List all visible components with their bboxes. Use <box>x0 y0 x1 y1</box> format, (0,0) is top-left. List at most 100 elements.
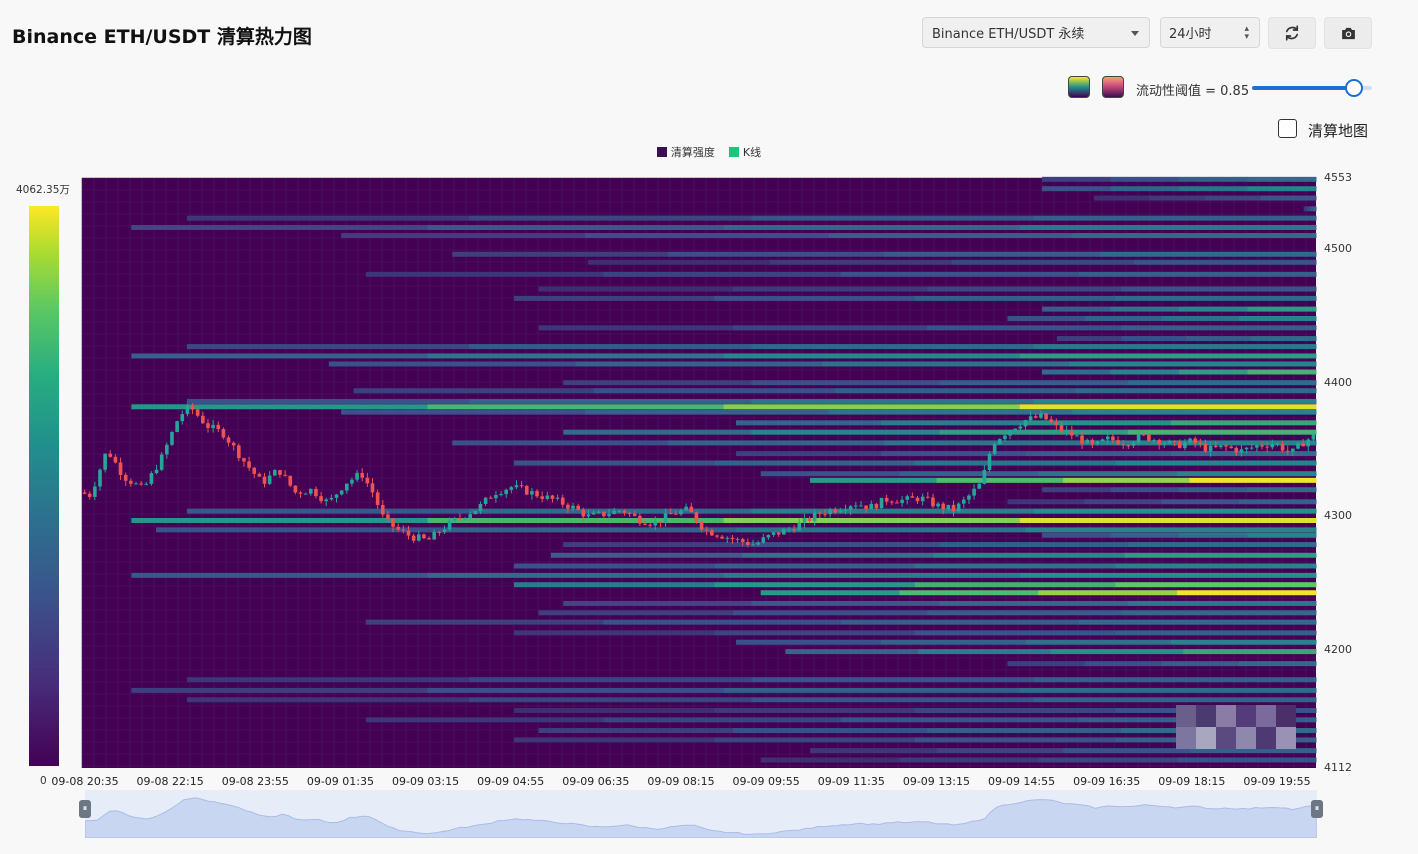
kline-candle <box>201 415 205 424</box>
liquidation-band <box>1056 336 1123 342</box>
liquidation-band <box>1260 195 1317 201</box>
kline-candle <box>1003 435 1007 440</box>
y-tick-label: 4500 <box>1324 241 1352 255</box>
kline-candle <box>180 414 185 422</box>
liquidation-band <box>427 517 725 523</box>
liquidation-band <box>1183 649 1317 655</box>
liquidation-band <box>538 325 734 331</box>
liquidation-band <box>668 440 885 446</box>
liquidation-band <box>1312 206 1317 212</box>
liquidation-band <box>936 477 1064 483</box>
kline-candle <box>170 431 174 445</box>
liquidation-band <box>939 542 1129 548</box>
kline-candle <box>807 518 812 522</box>
liquidation-band <box>513 460 715 466</box>
liquidation-band <box>1072 409 1317 415</box>
liquidation-band <box>365 619 604 625</box>
liquidation-band <box>1026 527 1317 533</box>
liquidation-band <box>927 286 1123 292</box>
kline-candle <box>586 514 591 517</box>
kline-candle <box>355 472 359 480</box>
kline-candle <box>1229 446 1233 448</box>
kline-candle <box>1152 439 1156 441</box>
kline-candle <box>787 529 791 531</box>
zoom-handle-left[interactable]: ⏸ <box>79 800 91 818</box>
x-tick-label: 09-08 22:15 <box>136 775 204 788</box>
liquidation-band <box>1019 572 1317 578</box>
liquidation-band <box>1127 600 1317 606</box>
kline-candle <box>134 483 138 485</box>
liquidation-band <box>810 477 938 483</box>
kline-candle <box>926 496 930 498</box>
liquidation-band <box>936 748 1064 754</box>
kline-candle <box>1275 443 1280 445</box>
liquidation-band <box>131 404 429 410</box>
kline-candle <box>1105 436 1110 440</box>
liquidation-band <box>469 508 752 514</box>
kline-candle <box>1260 445 1264 447</box>
y-tick-label: 4300 <box>1324 509 1352 523</box>
kline-candle <box>221 429 226 438</box>
liquidation-band <box>914 582 1116 588</box>
kline-candle <box>1291 448 1295 452</box>
zoom-handle-right[interactable]: ⏸ <box>1311 800 1323 818</box>
kline-candle <box>288 475 293 486</box>
kline-candle <box>1049 419 1054 423</box>
liquidation-band <box>1110 532 1180 538</box>
liquidation-band <box>785 649 919 655</box>
liquidation-band <box>538 610 734 616</box>
time-range-zoom[interactable] <box>84 790 1318 839</box>
kline-candle <box>488 497 493 499</box>
liquidation-band <box>1084 315 1163 321</box>
liquidation-band <box>1238 499 1317 505</box>
liquidation-band <box>584 233 830 239</box>
liquidation-band <box>427 404 725 410</box>
kline-candle <box>139 483 143 485</box>
liquidation-band <box>918 649 1052 655</box>
kline-candle <box>622 510 627 513</box>
liquidation-band <box>884 251 1101 257</box>
kline-candle <box>1013 428 1018 431</box>
liquidation-band <box>186 697 470 703</box>
kline-candle <box>1116 440 1120 445</box>
kline-candle <box>895 502 899 504</box>
kline-candle <box>951 504 956 512</box>
kline-candle <box>766 534 771 538</box>
liquidation-band <box>1121 336 1187 342</box>
kline-candle <box>591 512 596 515</box>
kline-candle <box>483 497 488 504</box>
kline-candle <box>566 504 570 509</box>
kline-candle <box>1188 438 1192 443</box>
kline-candle <box>843 509 848 511</box>
liquidation-band <box>538 728 734 734</box>
liquidation-band <box>131 225 429 231</box>
x-tick-label: 09-09 06:35 <box>562 775 630 788</box>
liquidation-band <box>427 572 725 578</box>
kline-candle <box>1311 434 1316 440</box>
liquidation-band <box>1124 552 1317 558</box>
kline-candle <box>1265 446 1269 448</box>
kline-candle <box>293 485 298 493</box>
liquidation-band <box>603 717 842 723</box>
liquidation-band <box>751 677 1035 683</box>
kline-candle <box>437 531 442 533</box>
kline-candle <box>884 497 889 502</box>
liquidation-band <box>365 271 604 277</box>
liquidation-band <box>1247 369 1317 375</box>
kline-candle <box>1280 443 1285 451</box>
kline-candle <box>1244 447 1249 450</box>
liquidation-band <box>131 572 429 578</box>
liquidation-band <box>828 233 1073 239</box>
liquidation-band <box>899 757 1039 763</box>
kline-candle <box>334 494 339 498</box>
kline-candle <box>458 518 462 520</box>
x-tick-label: 09-09 18:15 <box>1158 775 1226 788</box>
kline-candle <box>771 532 776 535</box>
y-tick-label: 4400 <box>1324 375 1352 389</box>
liquidation-band <box>1189 477 1317 483</box>
kline-candle <box>725 537 730 539</box>
liquidation-band <box>1100 251 1317 257</box>
liquidation-band <box>1115 582 1317 588</box>
y-tick-label: 4553 <box>1324 171 1352 184</box>
kline-candle <box>797 522 802 531</box>
